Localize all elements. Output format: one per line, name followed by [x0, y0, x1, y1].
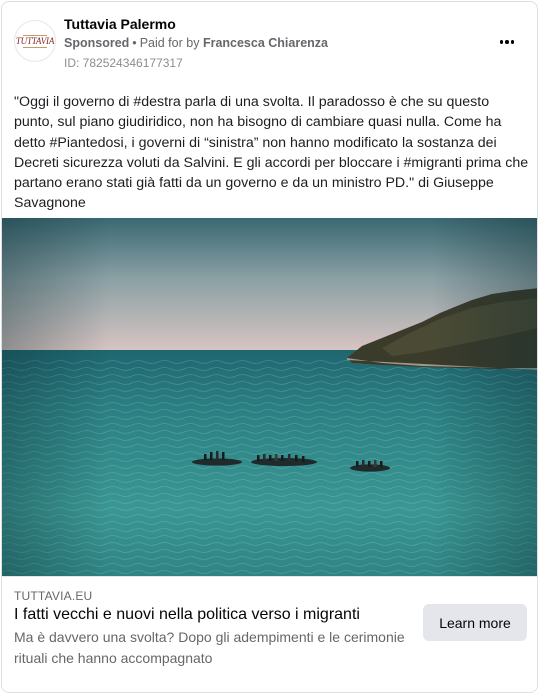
image-vignette [2, 218, 537, 576]
logo-text: TUTTAVIA [15, 36, 55, 46]
page-avatar[interactable]: TUTTAVIA [14, 20, 56, 62]
sponsored-post-card: TUTTAVIA Tuttavia Palermo Sponsored • Paid… [1, 1, 538, 693]
paid-for-name: Francesca Chiarenza [202, 36, 328, 50]
post-image-sea-boats[interactable] [2, 218, 538, 576]
post-header: TUTTAVIA Tuttavia Palermo Sponsored • Paid… [2, 2, 537, 78]
link-title[interactable]: I fatti vecchi e nuovi nella politica ve… [14, 606, 360, 624]
sponsored-label[interactable]: Sponsored [64, 36, 129, 50]
learn-more-button[interactable]: Learn more [423, 604, 527, 641]
more-dot [510, 40, 515, 44]
sponsor-info: Sponsored • Paid for by Francesca Chiarenz… [64, 36, 328, 50]
logo-rule-top [23, 35, 47, 36]
more-options-icon[interactable] [495, 32, 519, 52]
link-preview[interactable]: TUTTAVIA.EU I fatti vecchi e nuovi nella… [2, 576, 537, 692]
more-dot [505, 40, 509, 44]
ad-id: ID: 782524346177317 [64, 56, 183, 70]
separator-dot: • [132, 36, 137, 50]
link-description: Ma è davvero una svolta? Dopo gli adempi… [14, 629, 405, 666]
logo-rule-bottom [23, 47, 47, 48]
link-domain: TUTTAVIA.EU [14, 589, 93, 603]
more-dot [499, 40, 504, 44]
post-message: "Oggi il governo di #destra parla di una… [14, 94, 529, 232]
paid-for-prefix: Paid for by [139, 36, 200, 50]
page-name-link[interactable]: Tuttavia Palermo [64, 16, 176, 32]
